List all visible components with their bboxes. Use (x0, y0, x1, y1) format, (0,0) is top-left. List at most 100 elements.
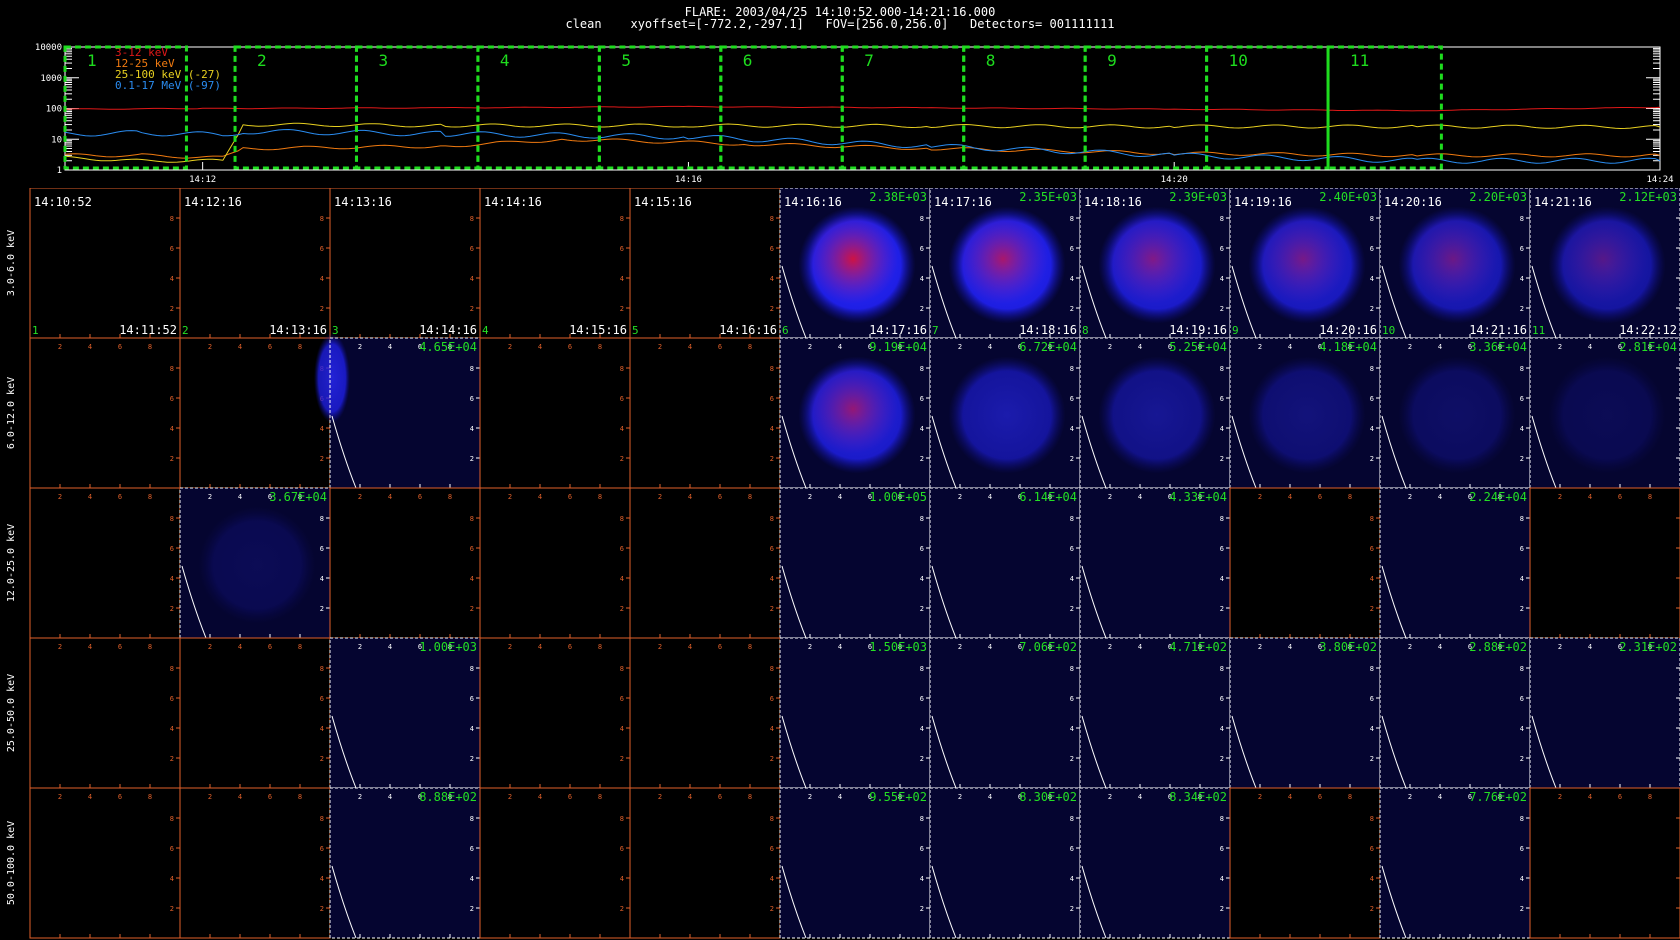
y-tick-label: 4 (170, 575, 174, 583)
start-time-label: 14:16:16 (784, 195, 842, 209)
x-tick-label: 2 (958, 643, 962, 651)
y-tick-label: 2 (1370, 755, 1374, 763)
y-tick-label: 4 (920, 875, 924, 883)
x-tick-label: 4 (1588, 493, 1592, 501)
panel-background (930, 638, 1080, 788)
peak-value-label: 4.33E+04 (1169, 490, 1227, 504)
y-tick-label: 4 (770, 725, 774, 733)
y-tick-label: 6 (170, 245, 174, 253)
y-tick-label: 2 (1070, 905, 1074, 913)
end-time-label: 14:13:16 (269, 323, 327, 337)
image-panel: 22446688 (1229, 487, 1381, 639)
image-panel: 22446688 (179, 787, 331, 939)
x-tick-label: 8 (298, 793, 302, 801)
source-core (1108, 214, 1198, 304)
y-tick-label: 8 (170, 665, 174, 673)
x-tick-label: 2 (208, 343, 212, 351)
image-panel: 22446688 (479, 487, 631, 639)
x-tick-label: 6 (118, 793, 122, 801)
y-tick-label: 6 (470, 545, 474, 553)
start-time-label: 14:21:16 (1534, 195, 1592, 209)
y-tick-label: 2 (1220, 755, 1224, 763)
y-tick-label: 2 (1220, 605, 1224, 613)
source-core (1408, 214, 1498, 304)
y-tick-label: 4 (620, 875, 624, 883)
y-tick-label: 6 (1520, 245, 1524, 253)
start-time-label: 14:20:16 (1384, 195, 1442, 209)
panel-background (780, 788, 930, 938)
peak-value-label: 1.00E+05 (869, 490, 927, 504)
y-tick-label: 8 (920, 665, 924, 673)
image-panel: 224466888.88E+02 (329, 787, 481, 939)
x-tick-label: 4 (1588, 343, 1592, 351)
image-panel: 2 4 6 8 14:10:52 1 14:11:52 (29, 188, 181, 339)
x-tick-label: 14:24 (1646, 175, 1673, 185)
x-tick-label: 2 (508, 493, 512, 501)
x-tick-label: 2 (1108, 643, 1112, 651)
y-tick-label: 4 (620, 425, 624, 433)
peak-value-label: 2.39E+03 (1169, 190, 1227, 204)
y-tick-label: 6 (770, 545, 774, 553)
y-tick-label: 2 (1370, 605, 1374, 613)
panel-frame (29, 487, 181, 639)
y-tick-label: 2 (470, 905, 474, 913)
source-core (1558, 214, 1648, 304)
x-tick-label: 8 (298, 643, 302, 651)
y-tick-label: 4 (1370, 725, 1374, 733)
x-tick-label: 4 (688, 343, 692, 351)
y-tick-label: 4 (1520, 875, 1524, 883)
x-tick-label: 8 (748, 343, 752, 351)
image-panel: 2 4 6 8 14:12:16 2 14:13:16 (179, 188, 331, 339)
legend-entry: 0.1-17 MeV (-97) (115, 79, 221, 92)
peak-value-label: 5.25E+04 (1169, 340, 1227, 354)
y-tick-label: 6 (1370, 245, 1374, 253)
image-panel: 2 4 6 8 14:14:16 4 14:15:16 (479, 188, 631, 339)
start-time-label: 14:12:16 (184, 195, 242, 209)
y-tick-label: 2 (1070, 455, 1074, 463)
x-tick-label: 6 (718, 343, 722, 351)
x-tick-label: 8 (298, 343, 302, 351)
panel-frame (629, 787, 781, 939)
y-tick-label: 2 (1520, 905, 1524, 913)
image-panel: 22446688 (179, 337, 331, 489)
interval-box (1326, 45, 1443, 170)
panel-background (330, 338, 480, 488)
end-time-label: 14:14:16 (419, 323, 477, 337)
x-tick-label: 6 (568, 343, 572, 351)
x-tick-label: 4 (88, 793, 92, 801)
image-panel: 22446688 (479, 337, 631, 489)
panel-frame (1229, 787, 1381, 939)
panel-background (1080, 488, 1230, 638)
start-time-label: 14:13:16 (334, 195, 392, 209)
panel-background (1380, 488, 1530, 638)
y-tick-label: 4 (770, 425, 774, 433)
energy-band-label: 3.0-6.0 keV (6, 230, 17, 296)
peak-value-label: 2.24E+04 (1469, 490, 1527, 504)
y-tick-label: 6 (1220, 245, 1224, 253)
y-tick-label: 6 (770, 845, 774, 853)
y-tick-label: 4 (320, 575, 324, 583)
image-panel: 2 4 6 8 2.40E+03 14:19:16 9 14:20:16 (1229, 188, 1381, 339)
panel-frame (479, 637, 631, 789)
interval-number: 1 (32, 324, 39, 337)
image-panel: 22446688 (29, 337, 181, 489)
x-tick-label: 6 (1618, 793, 1622, 801)
x-tick-label: 2 (658, 493, 662, 501)
x-tick-label: 4 (1138, 493, 1142, 501)
x-tick-label: 4 (1588, 793, 1592, 801)
y-tick-label: 8 (1070, 665, 1074, 673)
x-tick-label: 2 (808, 793, 812, 801)
source-core (808, 214, 898, 304)
y-tick-label: 4 (920, 725, 924, 733)
image-panel: 2 4 6 82.81E+04 (1529, 337, 1680, 489)
y-tick-label: 8 (770, 665, 774, 673)
y-tick-label: 6 (1370, 395, 1374, 403)
interval-number: 10 (1382, 324, 1395, 337)
energy-band-label: 6.0-12.0 keV (6, 377, 17, 449)
x-tick-label: 4 (1288, 493, 1292, 501)
y-tick-label: 8 (470, 815, 474, 823)
panel-frame (629, 188, 781, 339)
y-tick-label: 4 (620, 725, 624, 733)
y-tick-label: 8 (920, 815, 924, 823)
interval-number: 8 (1082, 324, 1089, 337)
